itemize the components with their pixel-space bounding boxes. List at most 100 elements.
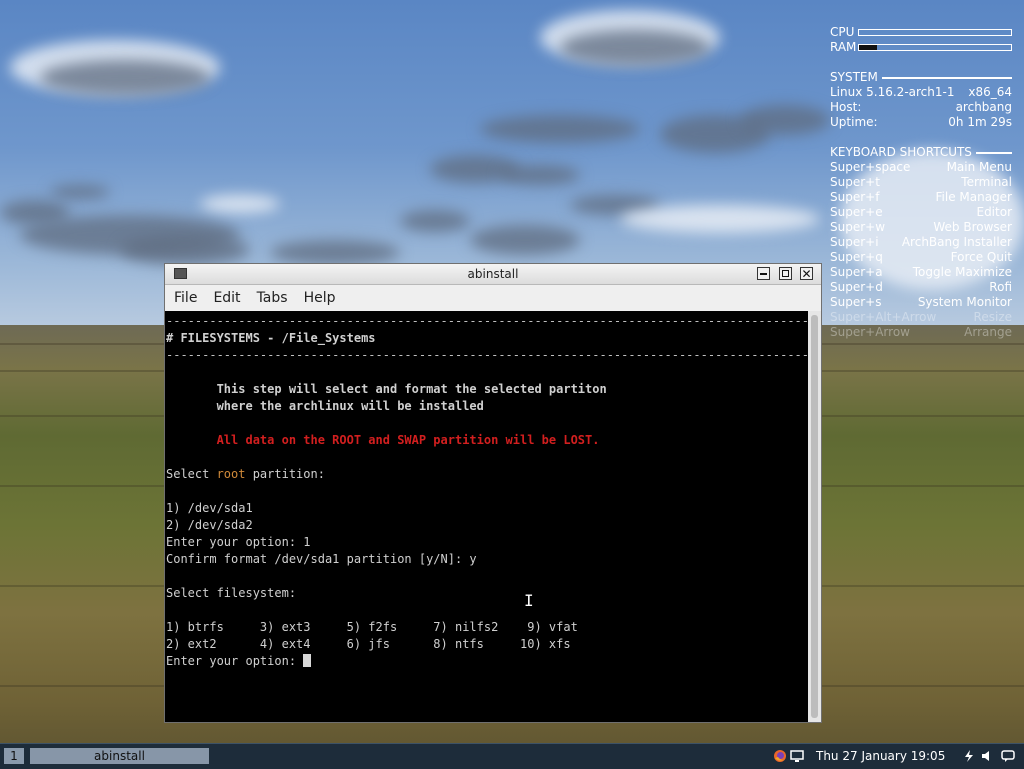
menu-tabs[interactable]: Tabs: [249, 290, 296, 306]
uptime-row: Uptime: 0h 1m 29s: [830, 115, 1012, 130]
host-row: Host: archbang: [830, 100, 1012, 115]
terminal-blank: [165, 415, 807, 432]
message-icon[interactable]: [1001, 749, 1015, 763]
shortcut-row: Super+q Force Quit: [830, 250, 1012, 265]
close-icon: ✕: [801, 266, 812, 281]
shortcut-action: Editor: [976, 205, 1012, 219]
maximize-button[interactable]: [779, 267, 792, 280]
host-label: Host:: [830, 100, 862, 114]
mouse-pointer-icon: I: [524, 593, 534, 609]
shortcuts-header-label: KEYBOARD SHORTCUTS: [830, 145, 972, 159]
window-title: abinstall: [467, 267, 519, 281]
taskbar: 1 abinstall Thu 27 January 19:05: [0, 743, 1024, 769]
terminal-blank: [165, 449, 807, 466]
select-root-suffix: partition:: [245, 467, 325, 481]
taskbar-task-abinstall[interactable]: abinstall: [30, 748, 209, 764]
shortcut-action: Force Quit: [950, 250, 1012, 264]
shortcut-action: Terminal: [961, 175, 1012, 189]
shortcut-row: Super+a Toggle Maximize: [830, 265, 1012, 280]
ram-meter: [858, 44, 1012, 51]
terminal-confirm: Confirm format /dev/sda1 partition [y/N]…: [166, 552, 477, 566]
terminal-window[interactable]: abinstall ✕ File Edit Tabs Help --------…: [164, 263, 822, 723]
shortcut-action: ArchBang Installer: [901, 235, 1012, 249]
window-titlebar[interactable]: abinstall ✕: [165, 264, 821, 285]
shortcut-row: Super+Alt+Arrow Resize: [830, 310, 1012, 325]
shortcut-key: Super+w: [830, 220, 886, 234]
terminal-rule: ----------------------------------------…: [166, 348, 807, 362]
shortcut-row: Super+e Editor: [830, 205, 1012, 220]
shortcut-key: Super+t: [830, 175, 880, 189]
shortcut-action: Rofi: [989, 280, 1012, 294]
ram-meter-row: RAM: [830, 40, 1012, 55]
terminal-blank: [165, 568, 807, 585]
terminal-select-fs: Select filesystem:: [166, 586, 297, 600]
ram-meter-fill: [859, 45, 878, 50]
shortcut-list: Super+space Main Menu Super+t Terminal Sup…: [830, 160, 1012, 340]
shortcut-action: Web Browser: [933, 220, 1012, 234]
terminal-warning: All data on the ROOT and SWAP partition …: [166, 433, 600, 447]
shortcut-row: Super+Arrow Arrange: [830, 325, 1012, 340]
terminal-scrollbar[interactable]: [808, 311, 821, 722]
volume-icon[interactable]: [980, 749, 994, 763]
ram-label: RAM: [830, 40, 857, 54]
kernel-row: Linux 5.16.2-arch1-1 x86_64: [830, 85, 1012, 100]
shortcut-row: Super+t Terminal: [830, 175, 1012, 190]
menu-bar: File Edit Tabs Help: [165, 285, 821, 311]
menu-edit[interactable]: Edit: [205, 290, 248, 306]
clock[interactable]: Thu 27 January 19:05: [816, 749, 945, 763]
uptime-value: 0h 1m 29s: [948, 115, 1012, 129]
menu-file[interactable]: File: [165, 290, 205, 306]
terminal-option-sda1: 1) /dev/sda1: [166, 501, 253, 515]
shortcuts-header: KEYBOARD SHORTCUTS: [830, 145, 1012, 160]
terminal-prompt-line[interactable]: Enter your option:: [165, 653, 807, 670]
terminal-blank: [165, 364, 807, 381]
section-rule: [975, 151, 1012, 154]
power-icon[interactable]: [962, 749, 976, 763]
terminal-prompt: Enter your option:: [166, 654, 304, 668]
shortcut-action: Toggle Maximize: [912, 265, 1012, 279]
shortcut-action: File Manager: [935, 190, 1013, 204]
text-cursor: [303, 654, 312, 667]
select-root-prefix: Select: [166, 467, 217, 481]
cpu-label: CPU: [830, 25, 855, 39]
terminal-option-sda2: 2) /dev/sda2: [166, 518, 253, 532]
conky-panel: CPU RAM SYSTEM Linux 5.16.2-arch1-1 x86_…: [830, 25, 1012, 340]
workspace-button[interactable]: 1: [4, 748, 24, 764]
select-root-word: root: [216, 467, 246, 481]
shortcut-row: Super+f File Manager: [830, 190, 1012, 205]
section-rule: [881, 76, 1012, 79]
minimize-button[interactable]: [757, 267, 770, 280]
shortcut-action: Resize: [973, 310, 1012, 324]
menu-help[interactable]: Help: [296, 290, 344, 306]
terminal-output[interactable]: ----------------------------------------…: [165, 311, 807, 722]
shortcut-action: Arrange: [964, 325, 1012, 339]
cpu-meter-row: CPU: [830, 25, 1012, 40]
system-header: SYSTEM: [830, 70, 1012, 85]
terminal-intro-2: where the archlinux will be installed: [166, 399, 484, 413]
shortcut-row: Super+i ArchBang Installer: [830, 235, 1012, 250]
shortcut-key: Super+i: [830, 235, 879, 249]
shortcut-row: Super+d Rofi: [830, 280, 1012, 295]
host-value: archbang: [955, 100, 1012, 114]
shortcut-key: Super+q: [830, 250, 883, 264]
system-header-label: SYSTEM: [830, 70, 878, 84]
shortcut-key: Super+Alt+Arrow: [830, 310, 937, 324]
cpu-meter: [858, 29, 1012, 36]
shortcut-key: Super+a: [830, 265, 883, 279]
shortcut-key: Super+space: [830, 160, 911, 174]
scrollbar-thumb[interactable]: [811, 315, 818, 718]
shortcut-row: Super+space Main Menu: [830, 160, 1012, 175]
shortcut-row: Super+s System Monitor: [830, 295, 1012, 310]
shortcut-key: Super+f: [830, 190, 880, 204]
shortcut-action: System Monitor: [917, 295, 1012, 309]
terminal-heading: # FILESYSTEMS - /File_Systems: [166, 331, 376, 345]
close-button[interactable]: ✕: [800, 267, 813, 280]
kernel-value: Linux 5.16.2-arch1-1: [830, 85, 955, 99]
display-icon[interactable]: [790, 749, 804, 763]
firefox-icon[interactable]: [773, 749, 787, 763]
terminal-intro-1: This step will select and format the sel…: [166, 382, 607, 396]
shortcut-action: Main Menu: [946, 160, 1012, 174]
shortcut-key: Super+s: [830, 295, 882, 309]
terminal-select-root: Select root partition:: [165, 466, 807, 483]
shortcut-row: Super+w Web Browser: [830, 220, 1012, 235]
